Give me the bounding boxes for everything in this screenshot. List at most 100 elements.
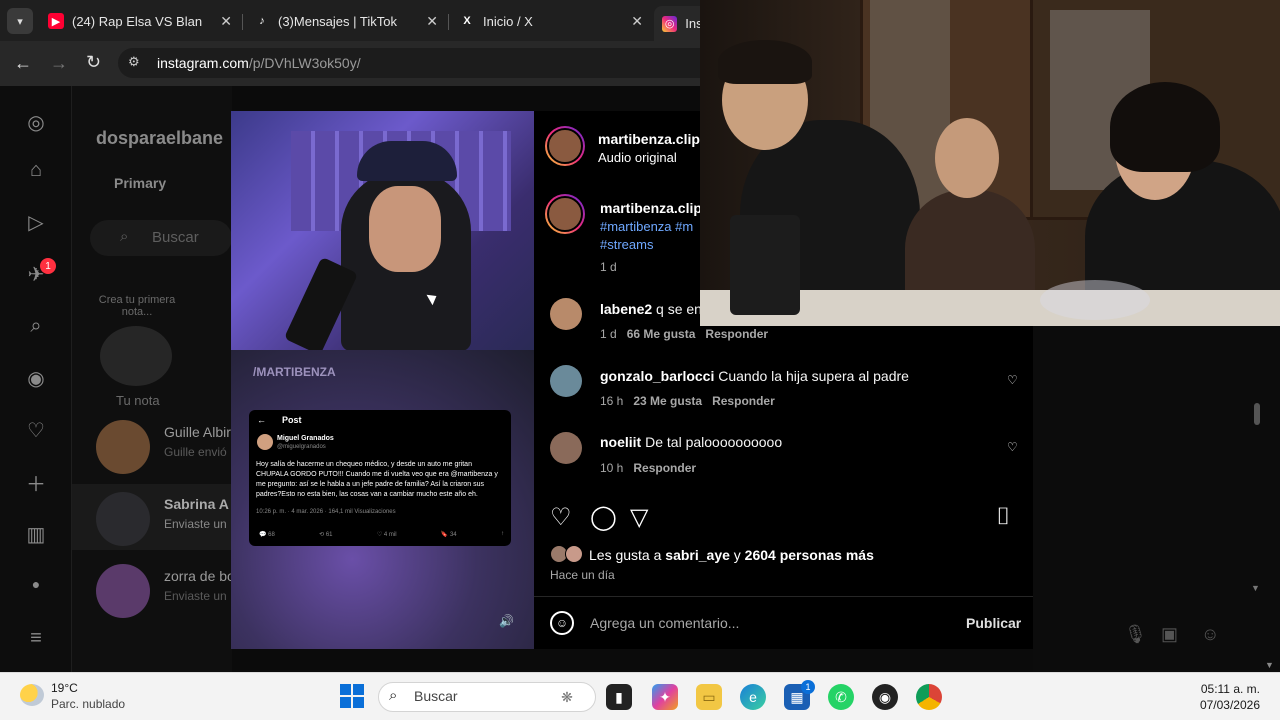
post-author[interactable]: martibenza.clips (598, 131, 708, 147)
instagram-icon: ◎ (662, 15, 678, 32)
conversation-name: zorra de bo (164, 568, 235, 584)
obs-icon[interactable]: ◉ (872, 684, 898, 710)
reply-button[interactable]: Responder (633, 461, 696, 475)
weather-icon[interactable] (20, 684, 44, 706)
close-icon[interactable]: ✕ (426, 13, 438, 30)
comment-text: q se en (656, 301, 702, 317)
tweet-bookmarks: 🔖 34 (440, 532, 457, 538)
comment-avatar[interactable] (550, 298, 582, 330)
site-info-icon[interactable]: ⚙ (128, 54, 140, 70)
copilot-icon[interactable]: ✦ (652, 684, 678, 710)
comment-text: De tal paloooooooooo (645, 434, 783, 450)
page-scroll-down-icon[interactable]: ▼ (1265, 660, 1274, 670)
post-audio[interactable]: Audio original (598, 150, 677, 165)
reload-icon[interactable]: ↻ (86, 52, 101, 73)
forward-arrow-icon[interactable]: → (50, 53, 68, 74)
sticker-icon[interactable]: ☺ (1201, 624, 1219, 645)
comment-like-heart-icon[interactable]: ♡ (1007, 373, 1018, 387)
microphone-icon[interactable]: 🎙 (1124, 624, 1147, 645)
comment-age: 10 h (600, 461, 624, 475)
reply-button[interactable]: Responder (712, 394, 775, 408)
note-prompt[interactable]: Crea tu primera nota... (92, 294, 182, 318)
caption-hashtags[interactable]: #martibenza #m (600, 219, 693, 234)
conversation-item[interactable]: Sabrina A Enviaste un (72, 484, 232, 550)
search-icon: ⌕ (120, 228, 129, 245)
caption-avatar[interactable] (545, 194, 585, 234)
dm-search-placeholder: Buscar (152, 229, 199, 246)
comment-username[interactable]: labene2 (600, 301, 652, 317)
instagram-logo-icon[interactable]: ◎ (24, 110, 48, 134)
caption-username[interactable]: martibenza.clips (600, 200, 710, 216)
chrome-icon[interactable] (916, 684, 942, 710)
url-text[interactable]: instagram.com/p/DVhLW3ok50y/ (157, 55, 361, 71)
comment-like-heart-icon[interactable]: ♡ (1007, 440, 1018, 454)
caption-hashtag-streams[interactable]: #streams (600, 237, 653, 252)
share-icon[interactable]: ▽ (630, 503, 648, 532)
weather-description[interactable]: Parc. nublado (51, 697, 125, 711)
comment-avatar[interactable] (550, 432, 582, 464)
chevron-down-icon: ▾ (17, 15, 23, 28)
comment-icon[interactable]: ◯ (590, 503, 617, 532)
chat-area (1033, 326, 1280, 672)
task-view-icon[interactable]: ▮ (606, 684, 632, 710)
bookmark-icon[interactable]: ⌷ (996, 503, 1010, 531)
system-clock[interactable]: 05:11 a. m. 07/03/2026 (1200, 681, 1260, 713)
search-icon[interactable]: ⌕ (24, 314, 48, 338)
reply-button[interactable]: Responder (705, 327, 768, 341)
windows-start-icon[interactable] (340, 684, 364, 708)
tab-youtube[interactable]: ▶ (24) Rap Elsa VS Blancanieves ✕ (40, 6, 240, 36)
comment-input[interactable]: Agrega un comentario... (590, 615, 739, 631)
author-avatar[interactable] (545, 126, 585, 166)
url-domain: instagram.com (157, 55, 249, 71)
whatsapp-icon[interactable]: ✆ (828, 684, 854, 710)
weather-temperature[interactable]: 19°C (51, 681, 78, 695)
comment-likes[interactable]: 23 Me gusta (633, 394, 702, 408)
home-icon[interactable]: ⌂ (24, 158, 48, 182)
tab-tiktok[interactable]: ♪ (3)Mensajes | TikTok ✕ (246, 6, 446, 36)
avatar (96, 564, 150, 618)
close-icon[interactable]: ✕ (631, 13, 643, 30)
note-avatar[interactable] (100, 326, 172, 386)
taskbar-search-label: Buscar (414, 688, 458, 704)
image-icon[interactable]: ▣ (1161, 624, 1178, 645)
post-video[interactable]: /MARTIBENZA ← Post Miguel Granados @migu… (231, 111, 534, 649)
create-icon[interactable]: ＋ (24, 470, 48, 496)
file-explorer-icon[interactable]: ▭ (696, 684, 722, 710)
publish-button[interactable]: Publicar (966, 615, 1021, 631)
edge-icon[interactable]: e (740, 684, 766, 710)
like-heart-icon[interactable]: ♡ (550, 503, 572, 532)
share-icon: ↑ (500, 531, 504, 537)
tab-x[interactable]: X Inicio / X ✕ (451, 6, 651, 36)
emoji-icon[interactable]: ☺ (550, 611, 574, 635)
back-arrow-icon[interactable]: ← (14, 53, 32, 74)
comment-likes[interactable]: 66 Me gusta (627, 327, 696, 341)
tab-primary[interactable]: Primary (114, 175, 166, 191)
tab-search-button[interactable]: ▾ (7, 8, 33, 34)
tweet-avatar (257, 434, 273, 450)
glass-cup (1040, 280, 1150, 320)
conversation-item[interactable]: zorra de bo Enviaste un (72, 556, 235, 622)
search-highlight-icon[interactable]: ❋ (545, 684, 589, 710)
volume-icon[interactable]: 🔊 (499, 614, 514, 628)
comment-avatar[interactable] (550, 365, 582, 397)
notification-badge: 1 (40, 258, 56, 274)
menu-icon[interactable]: ≡ (24, 626, 48, 650)
dm-username: dosparaelbane (96, 128, 224, 148)
liker-avatar (565, 545, 583, 563)
comment-username[interactable]: gonzalo_barlocci (600, 368, 714, 384)
explore-icon[interactable]: ◉ (24, 366, 48, 390)
conversation-preview: Enviaste un (164, 589, 227, 603)
likes-summary[interactable]: Les gusta a sabri_aye y 2604 personas má… (589, 547, 874, 563)
profile-avatar[interactable]: ● (24, 572, 48, 596)
tweet-replies: 💬 68 (259, 532, 275, 538)
dashboard-icon[interactable]: ▥ (24, 522, 48, 546)
reels-icon[interactable]: ▷ (24, 210, 48, 234)
heart-icon[interactable]: ♡ (24, 418, 48, 442)
comment-meta: 1 d 66 Me gusta Responder (600, 327, 768, 341)
close-icon[interactable]: ✕ (220, 13, 232, 30)
conversation-item[interactable]: Guille Albir Guille envió (72, 412, 232, 478)
comment-username[interactable]: noeliit (600, 434, 641, 450)
tweet-reposts: ⟲ 61 (319, 532, 333, 538)
scrollbar-thumb[interactable] (1254, 403, 1260, 425)
scroll-down-icon[interactable]: ▼ (1251, 583, 1260, 593)
